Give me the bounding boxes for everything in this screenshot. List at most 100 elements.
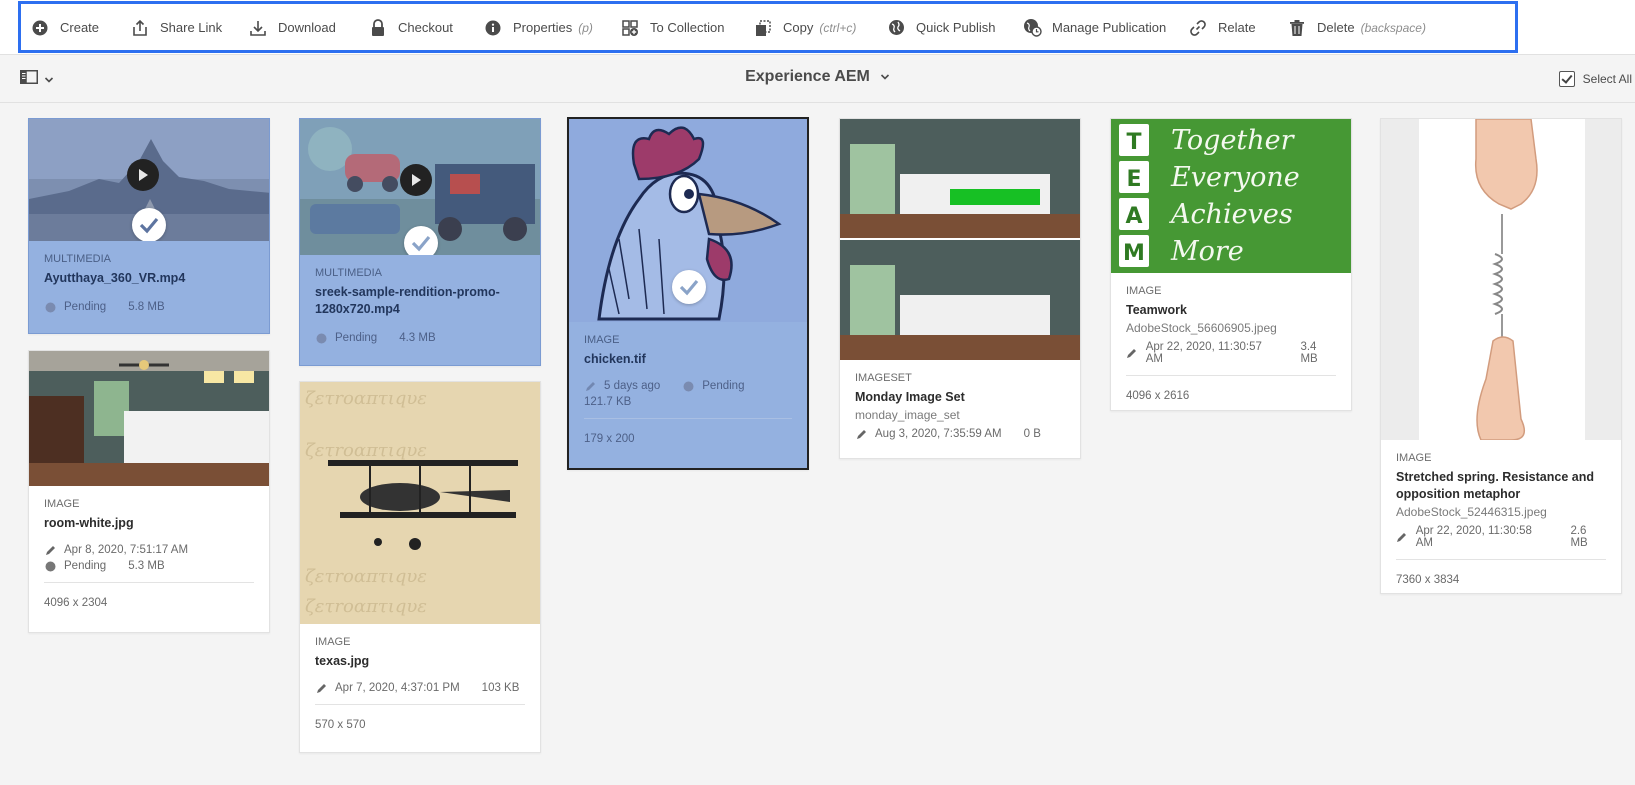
asset-card-texas[interactable]: ζετrοαπτιqυε ζετrοαπτιqυε ζετrοαπτιqυε ζ… xyxy=(299,381,541,753)
pencil-icon xyxy=(315,682,327,694)
file-size: 121.7 KB xyxy=(584,396,632,408)
thumb-word: Achieves xyxy=(1168,199,1293,230)
modified-date: Aug 3, 2020, 7:35:59 AM xyxy=(875,428,1002,440)
thumb-letter: A xyxy=(1125,204,1142,229)
create-label: Create xyxy=(60,20,100,35)
asset-meta: IMAGESET Monday Image Set monday_image_s… xyxy=(840,360,1080,440)
publish-status: Pending xyxy=(702,380,745,392)
delete-shortcut-hint: (backspace) xyxy=(1360,20,1426,35)
page-title[interactable]: Experience AEM xyxy=(745,68,890,86)
asset-modified-row: 5 days ago Pending xyxy=(584,380,792,392)
quick-publish-label: Quick Publish xyxy=(916,20,996,35)
download-button[interactable]: Download xyxy=(248,0,336,55)
asset-meta: IMAGE chicken.tif 5 days ago Pending 121… xyxy=(569,322,807,461)
quick-publish-button[interactable]: Quick Publish xyxy=(886,0,995,55)
asset-meta: MULTIMEDIA sreek-sample-rendition-promo-… xyxy=(300,255,540,344)
asset-thumbnail xyxy=(300,119,540,255)
modified-date: Apr 7, 2020, 4:37:01 PM xyxy=(335,682,460,694)
asset-type: IMAGE xyxy=(584,334,620,346)
asset-modified-row: Apr 22, 2020, 11:30:57 AM 3.4 MB xyxy=(1126,341,1336,365)
asset-modified-row: Aug 3, 2020, 7:35:59 AM 0 B xyxy=(855,428,1065,440)
share-link-button[interactable]: Share Link xyxy=(130,0,222,55)
asset-thumbnail xyxy=(29,119,269,241)
modified-date: Apr 22, 2020, 11:30:57 AM xyxy=(1145,341,1262,365)
asset-name: Ayutthaya_360_VR.mp4 xyxy=(44,271,186,285)
copy-shortcut-hint: (ctrl+c) xyxy=(819,20,857,35)
trash-icon xyxy=(1287,18,1307,38)
asset-card-sreek[interactable]: MULTIMEDIA sreek-sample-rendition-promo-… xyxy=(299,118,541,366)
add-circle-icon xyxy=(30,18,50,38)
asset-size-row: 121.7 KB xyxy=(584,396,792,408)
publish-status: Pending xyxy=(335,332,378,344)
asset-name: Teamwork xyxy=(1126,303,1187,317)
checkout-button[interactable]: Checkout xyxy=(368,0,453,55)
content-header: Experience AEM Select All xyxy=(0,56,1635,103)
asset-card-teamwork[interactable]: T E A M Together Everyone Achieves More … xyxy=(1110,118,1352,411)
properties-button[interactable]: Properties (p) xyxy=(483,0,593,55)
svg-text:ζετrοαπτιqυε: ζετrοαπτιqυε xyxy=(305,440,427,461)
asset-card-monday-image-set[interactable]: IMAGESET Monday Image Set monday_image_s… xyxy=(839,118,1081,459)
asset-modified-row: Apr 8, 2020, 7:51:17 AM xyxy=(44,544,254,556)
svg-text:ζετrοαπτιqυε: ζετrοαπτιqυε xyxy=(305,566,427,587)
globe-small-icon xyxy=(682,380,694,392)
file-size: 5.3 MB xyxy=(128,560,165,572)
info-icon xyxy=(483,18,503,38)
checkout-label: Checkout xyxy=(398,20,453,35)
delete-button[interactable]: Delete (backspace) xyxy=(1287,0,1426,55)
asset-meta: MULTIMEDIA Ayutthaya_360_VR.mp4 Pending … xyxy=(29,241,269,313)
to-collection-button[interactable]: To Collection xyxy=(620,0,724,55)
selected-check-icon xyxy=(132,208,166,241)
manage-publication-label: Manage Publication xyxy=(1052,20,1167,35)
asset-dimensions: 4096 x 2616 xyxy=(1126,390,1190,402)
asset-thumbnail: ζετrοαπτιqυε ζετrοαπτιqυε ζετrοαπτιqυε ζ… xyxy=(300,382,540,624)
svg-text:ζετrοαπτιqυε: ζετrοαπτιqυε xyxy=(305,596,427,617)
play-icon xyxy=(127,159,159,191)
thumb-letter: T xyxy=(1126,130,1141,155)
asset-status-row: Pending 4.3 MB xyxy=(315,332,525,344)
action-bar: Create Share Link Download Checkout Prop… xyxy=(0,0,1635,55)
manage-publication-button[interactable]: Manage Publication xyxy=(1022,0,1166,55)
asset-thumbnail xyxy=(569,119,807,322)
pencil-icon xyxy=(1396,531,1408,543)
asset-card-ayutthaya[interactable]: MULTIMEDIA Ayutthaya_360_VR.mp4 Pending … xyxy=(28,118,270,334)
asset-name: chicken.tif xyxy=(584,352,646,366)
copy-button[interactable]: Copy (ctrl+c) xyxy=(753,0,856,55)
asset-meta: IMAGE room-white.jpg Apr 8, 2020, 7:51:1… xyxy=(29,486,269,625)
asset-type: MULTIMEDIA xyxy=(44,253,112,265)
modified-date: 5 days ago xyxy=(604,380,661,392)
create-button[interactable]: Create xyxy=(30,0,99,55)
asset-meta: IMAGE Stretched spring. Resistance and o… xyxy=(1381,440,1621,593)
asset-dimensions: 4096 x 2304 xyxy=(44,597,108,609)
asset-meta: IMAGE Teamwork AdobeStock_56606905.jpeg … xyxy=(1111,273,1351,410)
asset-card-room-white[interactable]: IMAGE room-white.jpg Apr 8, 2020, 7:51:1… xyxy=(28,350,270,633)
globe-small-icon xyxy=(44,560,56,572)
relate-button[interactable]: Relate xyxy=(1188,0,1256,55)
collection-add-icon xyxy=(620,18,640,38)
lock-icon xyxy=(368,18,388,38)
asset-thumbnail xyxy=(1381,119,1621,440)
properties-shortcut-hint: (p) xyxy=(578,20,593,35)
thumb-word: Together xyxy=(1171,125,1296,156)
asset-name: Monday Image Set xyxy=(855,390,965,404)
asset-type: IMAGE xyxy=(44,498,80,510)
file-size: 103 KB xyxy=(481,682,520,694)
asset-thumbnail: T E A M Together Everyone Achieves More xyxy=(1111,119,1351,273)
asset-name: Stretched spring. Resistance and opposit… xyxy=(1396,470,1594,501)
asset-card-stretched-spring[interactable]: IMAGE Stretched spring. Resistance and o… xyxy=(1380,118,1622,594)
select-all-button[interactable]: Select All xyxy=(1558,71,1632,87)
selected-check-icon xyxy=(672,270,706,304)
globe-small-icon xyxy=(315,332,327,344)
select-all-label: Select All xyxy=(1582,72,1632,86)
asset-type: IMAGE xyxy=(1396,452,1432,464)
asset-status-row: Pending 5.3 MB xyxy=(44,560,254,572)
page-title-text: Experience AEM xyxy=(745,68,870,85)
asset-thumbnail xyxy=(29,351,269,486)
asset-name: sreek-sample-rendition-promo-1280x720.mp… xyxy=(315,285,500,316)
file-size: 3.4 MB xyxy=(1300,341,1318,365)
asset-filename: monday_image_set xyxy=(855,408,960,422)
globe-icon xyxy=(886,18,906,38)
selected-check-icon xyxy=(404,226,438,255)
asset-card-chicken[interactable]: IMAGE chicken.tif 5 days ago Pending 121… xyxy=(567,117,809,470)
globe-clock-icon xyxy=(1022,18,1042,38)
thumb-word: More xyxy=(1170,236,1244,267)
